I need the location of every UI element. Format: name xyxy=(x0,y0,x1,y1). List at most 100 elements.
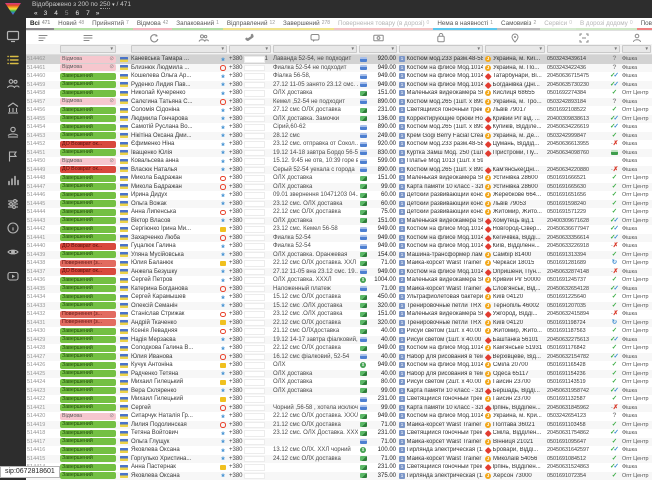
table-row[interactable]: 514432 Повернення (з... Станіслав Стрижа… xyxy=(26,310,652,319)
tracking-number[interactable]: 0501691165428 xyxy=(546,361,608,370)
info-icon[interactable] xyxy=(6,220,21,235)
phone-link[interactable]: +380 xyxy=(228,421,272,430)
tracking-number[interactable]: 0503243422436 xyxy=(546,64,608,73)
phone-link[interactable]: +380 xyxy=(228,72,272,81)
table-row[interactable]: 514431 Повернення (з... Андрій Ткаченко … xyxy=(26,319,652,328)
phone-link[interactable]: +380 xyxy=(228,370,272,379)
tab-Всі[interactable]: Всі471 xyxy=(26,18,54,30)
table-row[interactable]: 514450 Відмова Ковальсева анна +380 15.1… xyxy=(26,157,652,166)
table-row[interactable]: 514439 Завершений Уляна Мусійовська +380… xyxy=(26,251,652,260)
tracking-number[interactable]: 20450634226619 xyxy=(546,123,608,132)
location-filter[interactable]: ▼ xyxy=(485,45,545,53)
phone-link[interactable]: +380 xyxy=(228,217,272,226)
table-row[interactable]: 514425 Завершений Радченко Тетяна +380 О… xyxy=(26,370,652,379)
comment-filter[interactable]: ▼ xyxy=(273,45,357,53)
table-row[interactable]: 514435 Завершений Катерина Богданова +38… xyxy=(26,285,652,294)
tracking-number[interactable]: 0501691187563 xyxy=(546,327,608,336)
product-filter[interactable]: ▼ xyxy=(399,45,483,53)
tab-Відмова[interactable]: Відмова42 xyxy=(133,18,172,30)
tracking-number[interactable]: 20450631642597 xyxy=(546,446,608,455)
first-page-button[interactable]: « xyxy=(34,10,38,17)
tracking-number[interactable]: 0501692274384 xyxy=(546,89,608,98)
tracking-number[interactable]: 20450635730230 xyxy=(546,81,608,90)
phone-link[interactable]: +380 xyxy=(228,89,272,98)
table-row[interactable]: 514438 Повернення (з... Юлия Баланюк +38… xyxy=(26,259,652,268)
tracking-number[interactable]: 20450631845962 xyxy=(546,404,608,413)
phone-link[interactable]: +380 xyxy=(228,387,272,396)
tracking-number[interactable]: 0501691103458 xyxy=(546,421,608,430)
phone-link[interactable]: +380 xyxy=(228,98,272,107)
tracking-number[interactable]: 0503243439614 xyxy=(546,55,608,64)
table-row[interactable]: 514424 Завершений Михаил Гилецький +380 … xyxy=(26,378,652,387)
phone-link[interactable]: +380 xyxy=(228,319,272,328)
tab-Завершений[interactable]: Завершений278 xyxy=(279,18,334,30)
tracking-number[interactable]: 0501691651656 xyxy=(546,191,608,200)
table-row[interactable]: 514448 Завершений Микола Бадражан +380 О… xyxy=(26,174,652,183)
phone-link[interactable]: +380 xyxy=(228,302,272,311)
tracking-number[interactable]: 20450631524863 xyxy=(546,463,608,472)
tracking-number[interactable]: 0501691176842 xyxy=(546,344,608,353)
table-row[interactable]: 514462 Відмова Каневська Тамара ... +380… xyxy=(26,55,652,64)
tab-Запакований[interactable]: Запакований1 xyxy=(172,18,223,30)
bank-icon[interactable] xyxy=(6,100,21,115)
comment-icon[interactable] xyxy=(272,31,358,44)
phone-link[interactable]: +380 xyxy=(228,395,272,404)
tab-Відправлений[interactable]: Відправлений12 xyxy=(223,18,279,30)
phone-link[interactable]: +380 xyxy=(228,344,272,353)
table-row[interactable]: 514442 Завершений Сергіюнко Ірина Ми... … xyxy=(26,225,652,234)
table-row[interactable]: 514433 Завершений Олексій Семанін +380 1… xyxy=(26,302,652,311)
table-row[interactable]: 514430 Завершений Ксенія Левадняя +380 2… xyxy=(26,327,652,336)
table-row[interactable]: 514416 Завершений Яковлева Оксана +380 1… xyxy=(26,446,652,455)
tracking-number[interactable]: 0501691245737 xyxy=(546,276,608,285)
page-number[interactable]: 6 xyxy=(76,10,80,17)
dashboard-icon[interactable] xyxy=(6,28,21,43)
table-row[interactable]: 514421 Завершений Сергей +380 Чорний ,56… xyxy=(26,404,652,413)
table-row[interactable]: 514459 Завершений Руденко Лидия Пав... +… xyxy=(26,81,652,90)
tab-Прийнятий[interactable]: Прийнятий7 xyxy=(88,18,133,30)
status-list-icon[interactable] xyxy=(59,31,117,44)
manager-icon[interactable] xyxy=(621,31,652,44)
clients-icon[interactable] xyxy=(6,76,21,91)
sort-icon[interactable] xyxy=(26,31,59,44)
tracking-number[interactable]: 20450632154782 xyxy=(546,353,608,362)
table-row[interactable]: 514422 Завершений Михаил Гилецький +380 … xyxy=(26,395,652,404)
tracking-number[interactable]: 20400309671628 xyxy=(546,217,608,226)
table-row[interactable]: 514414 Завершений Анна Пастернак +380 23… xyxy=(26,463,652,472)
table-row[interactable]: 514427 Завершений Юлия Иванова +380 16.1… xyxy=(26,353,652,362)
tracking-number[interactable]: 0501691207035 xyxy=(546,302,608,311)
table-row[interactable]: 514447 Завершений Микола Бадражан +380 О… xyxy=(26,183,652,192)
tab-Новий[interactable]: Новий48 xyxy=(54,18,88,30)
settings-sliders-icon[interactable] xyxy=(6,196,21,211)
table-row[interactable]: 514456 Завершений Соломія Сідоніна +380 … xyxy=(26,106,652,115)
table-row[interactable]: 514423 Завершений Вера Скляренко +380 ОЛ… xyxy=(26,387,652,396)
phone-link[interactable]: +380 xyxy=(228,149,272,158)
table-row[interactable]: 514413 Завершений Яковлева Оксана +380 3… xyxy=(26,472,652,480)
tracking-number[interactable]: 20450633356614 xyxy=(546,234,608,243)
table-row[interactable]: 514454 Завершений Самотій Руслана Во... … xyxy=(26,123,652,132)
phone-link[interactable]: +380 xyxy=(228,132,272,141)
table-row[interactable]: 514441 Завершений Захарченко Люба +380 Ф… xyxy=(26,234,652,243)
phone-link[interactable]: +380 xyxy=(228,293,272,302)
tracking-number[interactable]: 20450634220880 xyxy=(546,166,608,175)
table-row[interactable]: 514418 Завершений Тетяна Войтович +380 2… xyxy=(26,429,652,438)
phone-link[interactable]: +380 xyxy=(228,353,272,362)
video-icon[interactable] xyxy=(6,268,21,283)
tracking-number[interactable]: 20400309838613 xyxy=(546,115,608,124)
source-filter[interactable]: ▼ xyxy=(622,45,651,53)
payment-icon[interactable] xyxy=(358,31,398,44)
phone-link[interactable]: +380 xyxy=(228,242,272,251)
phone-link[interactable]: +380 xyxy=(228,429,272,438)
stats-icon[interactable] xyxy=(6,172,21,187)
phone-link[interactable]: +380 xyxy=(228,183,272,192)
phone-filter[interactable]: ▼ xyxy=(229,45,271,53)
tracking-scan-icon[interactable] xyxy=(546,31,621,44)
tracking-filter[interactable]: ▼ xyxy=(547,45,620,53)
tracking-number[interactable]: 0501691095647 xyxy=(546,438,608,447)
tab-Повернений[interactable]: Повернений4 xyxy=(637,18,652,30)
phone-link[interactable]: +380 xyxy=(228,140,272,149)
phone-link[interactable]: +380 xyxy=(228,234,272,243)
status-filter[interactable]: ▼ xyxy=(60,45,116,53)
location-icon[interactable] xyxy=(484,31,546,44)
table-row[interactable]: 514458 Завершений Николай Кучеренко +380… xyxy=(26,89,652,98)
page-number[interactable]: 7 xyxy=(86,10,90,17)
